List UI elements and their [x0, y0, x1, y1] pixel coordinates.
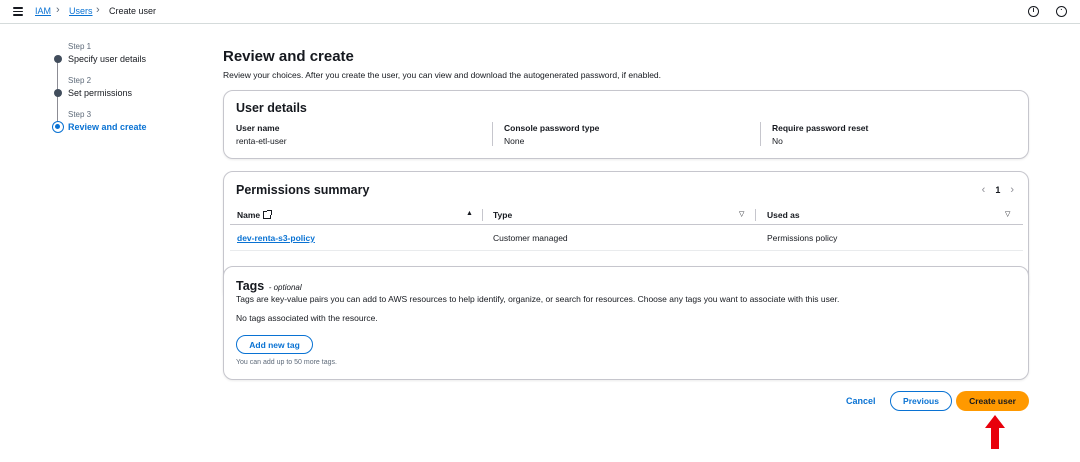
step-number: Step 2 — [68, 76, 92, 85]
chevron-left-icon[interactable]: ‹ — [982, 184, 986, 196]
column-header-name[interactable]: Name — [237, 210, 273, 220]
page-title: Review and create — [223, 48, 354, 65]
user-details-card: User details User name renta-etl-user Co… — [223, 90, 1029, 159]
table-row: dev-renta-s3-policy Customer managed Per… — [230, 225, 1023, 251]
settings-icon[interactable]: · — [1056, 6, 1067, 17]
permissions-summary-title: Permissions summary — [236, 183, 370, 197]
page-number[interactable]: 1 — [995, 185, 1000, 195]
red-arrow-annotation-icon — [985, 415, 1005, 449]
optional-label: - optional — [268, 283, 302, 292]
password-reset-field: Require password reset No — [772, 123, 868, 146]
top-navigation-bar: IAM › Users › Create user i · — [0, 0, 1080, 24]
breadcrumb-users[interactable]: Users — [69, 6, 93, 17]
step-active-icon — [52, 121, 64, 133]
column-divider — [492, 122, 493, 146]
chevron-right-icon: › — [56, 4, 60, 16]
field-label: User name — [236, 123, 280, 133]
tags-limit-hint: You can add up to 50 more tags. — [236, 359, 337, 366]
breadcrumb-current: Create user — [109, 6, 157, 16]
chevron-right-icon[interactable]: › — [1010, 184, 1014, 196]
step-label[interactable]: Set permissions — [68, 88, 132, 98]
policy-used-as: Permissions policy — [767, 233, 838, 243]
sort-descending-icon[interactable]: ▽ — [1005, 210, 1010, 218]
info-icon[interactable]: i — [1028, 6, 1039, 17]
user-name-field: User name renta-etl-user — [236, 123, 287, 146]
tags-title: Tags - optional — [236, 279, 302, 293]
external-link-icon — [263, 210, 273, 219]
tags-description: Tags are key-value pairs you can add to … — [236, 294, 840, 304]
field-label: Console password type — [504, 123, 600, 133]
sort-ascending-icon[interactable]: ▲ — [466, 210, 473, 217]
tags-card: Tags - optional Tags are key-value pairs… — [223, 266, 1029, 380]
column-divider — [755, 209, 756, 221]
column-header-used-as[interactable]: Used as — [767, 210, 800, 220]
column-divider — [482, 209, 483, 221]
policy-type: Customer managed — [493, 233, 568, 243]
step-number: Step 1 — [68, 42, 92, 51]
menu-icon[interactable] — [13, 7, 23, 16]
column-divider — [760, 122, 761, 146]
previous-button[interactable]: Previous — [890, 391, 952, 411]
table-header: Name ▲ Type ▽ Used as ▽ — [230, 205, 1023, 225]
sort-descending-icon[interactable]: ▽ — [739, 210, 744, 218]
column-header-type[interactable]: Type — [493, 210, 512, 220]
field-value: None — [504, 136, 525, 146]
step-label-active: Review and create — [68, 122, 147, 132]
field-value: renta-etl-user — [236, 136, 287, 146]
cancel-button[interactable]: Cancel — [846, 396, 876, 406]
policy-name-link[interactable]: dev-renta-s3-policy — [237, 233, 315, 243]
permissions-table: Name ▲ Type ▽ Used as ▽ dev-renta-s3-pol… — [230, 205, 1023, 251]
no-tags-text: No tags associated with the resource. — [236, 313, 378, 323]
breadcrumb-iam[interactable]: IAM — [35, 6, 51, 17]
chevron-right-icon: › — [96, 4, 100, 16]
field-label: Require password reset — [772, 123, 869, 133]
step-complete-icon — [54, 55, 62, 63]
create-user-button[interactable]: Create user — [956, 391, 1029, 411]
console-password-field: Console password type None — [504, 123, 599, 146]
step-label[interactable]: Specify user details — [68, 54, 146, 64]
user-details-title: User details — [236, 101, 307, 115]
field-value: No — [772, 136, 783, 146]
step-complete-icon — [54, 89, 62, 97]
step-number: Step 3 — [68, 110, 92, 119]
page-description: Review your choices. After you create th… — [223, 70, 662, 80]
add-new-tag-button[interactable]: Add new tag — [236, 335, 313, 354]
pagination: ‹ 1 › — [982, 184, 1014, 196]
